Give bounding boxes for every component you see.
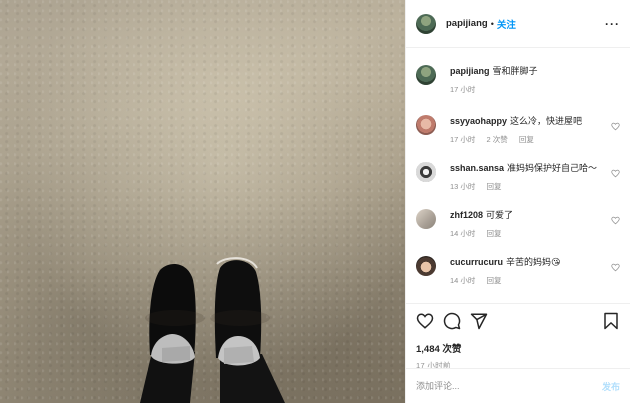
author-avatar[interactable] xyxy=(416,13,436,34)
heart-icon[interactable] xyxy=(611,216,620,225)
caption-text: 雪和胖脚子 xyxy=(492,66,538,76)
post-image[interactable] xyxy=(0,0,405,403)
heart-icon[interactable] xyxy=(611,169,620,178)
post-header: papijiang • 关注 ··· xyxy=(406,0,630,48)
follow-button[interactable]: 关注 xyxy=(497,17,516,31)
side-panel: papijiang • 关注 ··· papijiang 雪和胖脚子 17 小时 … xyxy=(405,0,630,403)
commenter-avatar[interactable] xyxy=(416,209,436,229)
reply-button[interactable]: 回复 xyxy=(519,135,534,144)
comment-time: 14 小时 xyxy=(450,276,476,285)
post-comment-button[interactable]: 发布 xyxy=(602,380,620,393)
comment-item: sshan.sansa 准妈妈保护好自己哈～ 13 小时 回复 xyxy=(416,147,620,194)
caption-avatar[interactable] xyxy=(416,65,436,85)
comment-text: 这么冷，快进屋吧 xyxy=(510,116,583,126)
commenter-username[interactable]: zhf1208 xyxy=(450,210,483,220)
comment-time: 14 小时 xyxy=(450,229,476,238)
header-separator: • xyxy=(490,18,494,29)
reply-button[interactable]: 回复 xyxy=(487,276,502,285)
comment-item: zhf1208 可爱了 14 小时 回复 xyxy=(416,194,620,241)
commenter-username[interactable]: ssyyaohappy xyxy=(450,116,507,126)
comment-likes[interactable]: 2 次赞 xyxy=(487,135,508,144)
comment-input[interactable] xyxy=(416,381,602,391)
comments-list[interactable]: papijiang 雪和胖脚子 17 小时 ssyyaohappy 这么冷，快进屋吧… xyxy=(406,48,630,302)
heart-icon[interactable] xyxy=(611,263,620,272)
caption-username[interactable]: papijiang xyxy=(450,66,490,76)
caption-body: papijiang 雪和胖脚子 17 小时 xyxy=(450,65,620,100)
add-comment-bar: 发布 xyxy=(406,368,630,403)
comment-item: ssyyaohappy 这么冷，快进屋吧 17 小时 2 次赞 回复 xyxy=(416,100,620,147)
comment-text: 准妈妈保护好自己哈～ xyxy=(507,163,598,173)
post-modal: papijiang • 关注 ··· papijiang 雪和胖脚子 17 小时 … xyxy=(0,0,630,403)
comment-icon[interactable] xyxy=(443,312,461,330)
author-username[interactable]: papijiang xyxy=(446,18,488,29)
bookmark-icon[interactable] xyxy=(602,312,620,330)
commenter-avatar[interactable] xyxy=(416,256,436,276)
commenter-username[interactable]: sshan.sansa xyxy=(450,163,504,173)
commenter-avatar[interactable] xyxy=(416,162,436,182)
more-icon[interactable]: ··· xyxy=(605,17,620,31)
reply-button[interactable]: 回复 xyxy=(487,182,502,191)
commenter-username[interactable]: cucurrucuru xyxy=(450,257,503,267)
comment-time: 17 小时 xyxy=(450,135,476,144)
heart-icon[interactable] xyxy=(611,122,620,131)
comment-item: cucurrucuru 辛苦的妈妈😘 14 小时 回复 xyxy=(416,241,620,288)
reply-button[interactable]: 回复 xyxy=(487,229,502,238)
share-icon[interactable] xyxy=(470,312,488,330)
comment-text: 辛苦的妈妈😘 xyxy=(506,257,561,267)
like-heart-icon[interactable] xyxy=(416,312,434,330)
feet-illustration xyxy=(140,257,285,403)
commenter-avatar[interactable] xyxy=(416,115,436,135)
like-count[interactable]: 1,484 次赞 xyxy=(416,341,620,355)
caption-time: 17 小时 xyxy=(450,85,476,94)
caption: papijiang 雪和胖脚子 17 小时 xyxy=(416,48,620,100)
comment-text: 可爱了 xyxy=(486,210,514,220)
action-bar: 1,484 次赞 17 小时前 xyxy=(406,303,630,371)
comment-time: 13 小时 xyxy=(450,182,476,191)
